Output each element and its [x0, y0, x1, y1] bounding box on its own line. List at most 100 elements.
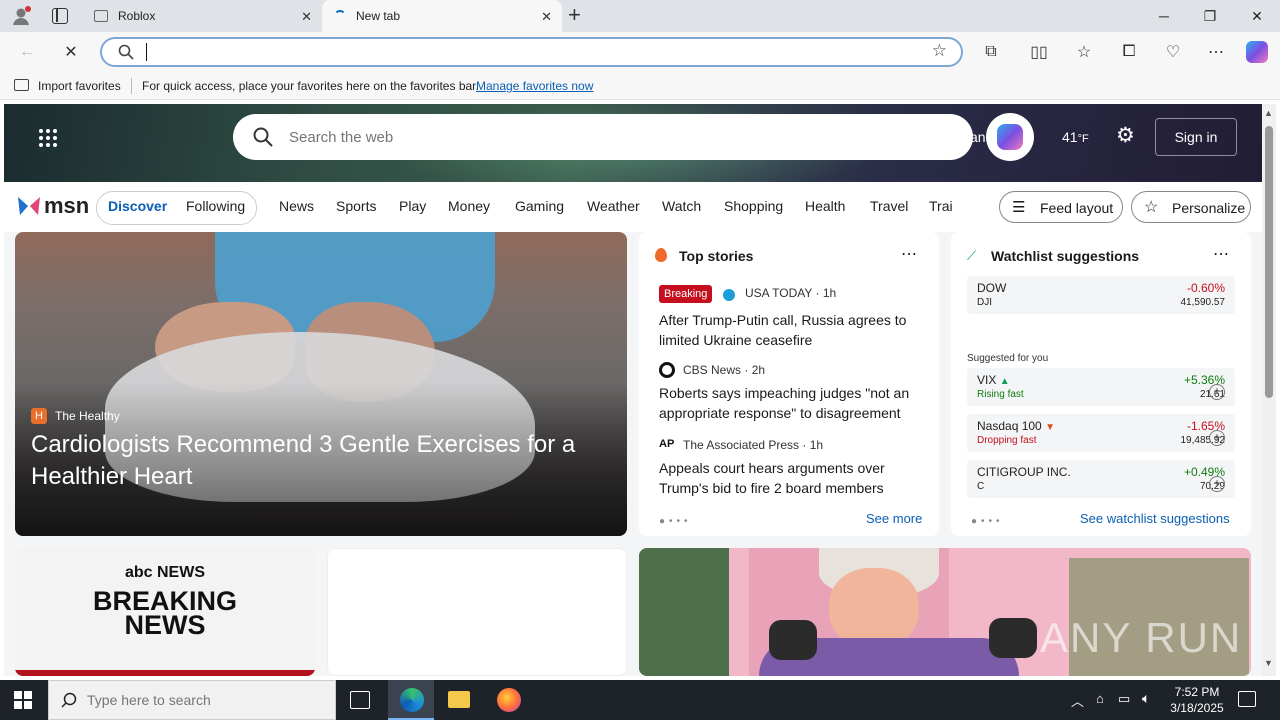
close-tab-icon[interactable]: ✕: [541, 9, 552, 25]
network-icon[interactable]: ⌂: [1096, 691, 1104, 706]
hero-story-card[interactable]: H The Healthy Cardiologists Recommend 3 …: [15, 232, 627, 536]
partial-text: an: [970, 129, 986, 145]
more-options-icon[interactable]: ⋯: [901, 244, 917, 264]
weather-unit: °F: [1077, 133, 1089, 145]
nav-health[interactable]: Health: [805, 198, 845, 214]
divider: [131, 78, 132, 94]
see-watchlist-link[interactable]: See watchlist suggestions: [1080, 511, 1230, 526]
minimize-icon[interactable]: ─: [1141, 0, 1187, 32]
favorite-star-icon[interactable]: ☆: [932, 41, 947, 61]
volume-icon[interactable]: 🔈︎: [1142, 690, 1150, 707]
clock-date: 3/18/2025: [1170, 701, 1224, 715]
web-search-box[interactable]: [233, 114, 973, 160]
collections-icon[interactable]: ⧠: [1116, 40, 1142, 64]
taskbar-search[interactable]: [48, 680, 336, 720]
windows-start-icon[interactable]: [14, 691, 32, 709]
stock-row-dow[interactable]: DOW DJI -0.60% 41,590.57: [967, 276, 1235, 314]
nav-watch[interactable]: Watch: [662, 198, 701, 214]
edge-taskbar-icon[interactable]: [388, 680, 434, 720]
trend-icon: ⟋: [967, 248, 977, 263]
profile-icon[interactable]: [10, 5, 32, 27]
breaking-badge: Breaking: [659, 285, 713, 303]
nav-gaming[interactable]: Gaming: [515, 198, 564, 214]
nav-weather[interactable]: Weather: [587, 198, 640, 214]
pagination-dots[interactable]: ●•••: [971, 516, 1004, 527]
tab-title: Roblox: [118, 9, 156, 23]
notifications-icon[interactable]: [1238, 691, 1256, 707]
file-explorer-icon[interactable]: [448, 691, 470, 708]
close-window-icon[interactable]: ✕: [1234, 0, 1280, 32]
search-icon: [253, 127, 273, 147]
personalize-star-icon: ☆: [1144, 199, 1159, 216]
sliders-icon: ☰: [1012, 199, 1026, 216]
address-bar[interactable]: ☆: [100, 37, 963, 67]
settings-gear-icon[interactable]: ⚙: [1116, 125, 1135, 147]
more-options-icon[interactable]: ⋯: [1213, 244, 1229, 264]
web-search-input[interactable]: [289, 126, 889, 148]
nav-money[interactable]: Money: [448, 198, 490, 214]
firefox-icon[interactable]: [497, 688, 521, 712]
back-icon[interactable]: ←: [14, 40, 40, 64]
address-input[interactable]: [146, 43, 906, 61]
add-nasdaq-button[interactable]: +: [1209, 430, 1225, 446]
apps-launcher-icon[interactable]: [38, 128, 58, 148]
stock-row-vix[interactable]: VIX ▲ Rising fast +5.36% 21.61: [967, 368, 1235, 406]
tab-new-tab[interactable]: New tab ✕: [322, 0, 562, 32]
more-menu-icon[interactable]: ⋯: [1203, 40, 1229, 64]
dropping-icon: ▼: [1045, 422, 1055, 433]
manage-favorites-link[interactable]: Manage favorites now: [476, 79, 593, 93]
task-view-icon[interactable]: [350, 691, 370, 709]
add-citigroup-button[interactable]: +: [1209, 476, 1225, 492]
scroll-thumb[interactable]: [1265, 126, 1273, 398]
story-headline[interactable]: After Trump-Putin call, Russia agrees to…: [659, 310, 921, 350]
restore-icon[interactable]: ❐: [1187, 0, 1233, 32]
pagination-dots[interactable]: ●•••: [659, 516, 692, 527]
story-headline[interactable]: Roberts says impeaching judges "not an a…: [659, 383, 921, 423]
see-more-link[interactable]: See more: [866, 511, 922, 526]
stop-loading-icon[interactable]: ✕: [58, 40, 84, 64]
nav-news[interactable]: News: [279, 198, 314, 214]
close-tab-icon[interactable]: ✕: [301, 9, 312, 25]
split-screen-icon[interactable]: ▯▯: [1026, 40, 1052, 64]
clock[interactable]: 7:52 PM 3/18/2025: [1164, 684, 1230, 716]
tab-following[interactable]: Following: [186, 198, 245, 214]
import-favorites-icon[interactable]: [14, 79, 29, 91]
add-vix-button[interactable]: +: [1209, 384, 1225, 400]
stock-row-citigroup[interactable]: CITIGROUP INC. C +0.49% 70.29: [967, 460, 1235, 498]
personalize-button[interactable]: ☆ Personalize: [1131, 191, 1251, 223]
red-bar: [15, 670, 315, 676]
usa-today-logo-icon: [723, 289, 735, 301]
nav-traffic[interactable]: Trai: [929, 198, 953, 214]
feed-layout-button[interactable]: ☰ Feed layout: [999, 191, 1123, 223]
taskbar-search-input[interactable]: [87, 692, 317, 708]
copilot-icon[interactable]: [1244, 40, 1270, 64]
abc-news-card[interactable]: abc NEWS BREAKING NEWS: [15, 548, 315, 676]
browser-essentials-icon[interactable]: ♡: [1160, 40, 1186, 64]
import-favorites-button[interactable]: Import favorites: [38, 79, 121, 93]
favorites-icon[interactable]: ☆: [1071, 40, 1097, 64]
nav-travel[interactable]: Travel: [870, 198, 908, 214]
tab-roblox[interactable]: Roblox ✕: [84, 0, 322, 32]
extensions-icon[interactable]: ⧉: [978, 40, 1004, 64]
tab-discover[interactable]: Discover: [108, 198, 167, 214]
hero-headline[interactable]: Cardiologists Recommend 3 Gentle Exercis…: [31, 429, 601, 493]
copilot-button[interactable]: [986, 113, 1034, 161]
msn-logo[interactable]: msn: [16, 193, 89, 219]
weather-temp: 41: [1062, 129, 1078, 145]
new-tab-plus-icon[interactable]: +: [568, 4, 581, 26]
stock-row-nasdaq[interactable]: Nasdaq 100 ▼ Dropping fast -1.65% 19,485…: [967, 414, 1235, 452]
weather-widget[interactable]: 41°F: [1062, 129, 1089, 145]
sign-in-button[interactable]: Sign in: [1155, 118, 1237, 156]
tab-actions-icon[interactable]: [52, 8, 68, 24]
page-scrollbar[interactable]: ▲ ▼: [1262, 104, 1276, 676]
search-icon: [61, 692, 77, 708]
scroll-down-arrow[interactable]: ▼: [1264, 658, 1273, 668]
story-headline[interactable]: Appeals court hears arguments over Trump…: [659, 458, 921, 498]
nav-shopping[interactable]: Shopping: [724, 198, 783, 214]
wifi-icon[interactable]: ▭: [1118, 691, 1130, 707]
nav-play[interactable]: Play: [399, 198, 426, 214]
nav-sports[interactable]: Sports: [336, 198, 376, 214]
windows-taskbar: ︿ ⌂ ▭ 🔈︎ 7:52 PM 3/18/2025: [0, 680, 1280, 720]
show-hidden-icons[interactable]: ︿: [1071, 691, 1084, 710]
scroll-up-arrow[interactable]: ▲: [1264, 108, 1273, 118]
